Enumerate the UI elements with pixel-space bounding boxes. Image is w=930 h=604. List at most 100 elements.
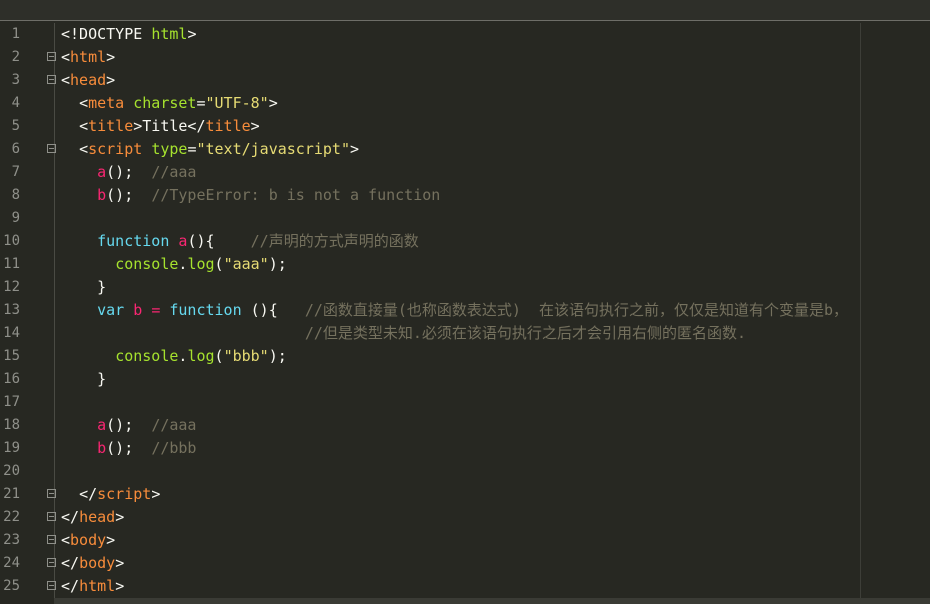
line-number: 3 bbox=[11, 72, 20, 88]
code-line[interactable]: 12 } bbox=[0, 276, 930, 299]
code-token: (); bbox=[106, 186, 134, 204]
editor-tab-bar bbox=[0, 0, 930, 21]
code-text: } bbox=[61, 276, 106, 299]
code-token: head bbox=[79, 508, 116, 526]
code-text: b(); //bbb bbox=[61, 437, 196, 460]
code-token: } bbox=[97, 278, 107, 296]
code-token: //声明的方式声明的函数 bbox=[250, 232, 419, 250]
horizontal-scrollbar[interactable] bbox=[54, 598, 930, 604]
line-number: 14 bbox=[3, 325, 20, 341]
code-token: (); bbox=[106, 439, 134, 457]
fold-toggle-icon[interactable] bbox=[47, 558, 56, 567]
code-token: meta bbox=[88, 94, 134, 112]
code-line[interactable]: 2 <html> bbox=[0, 46, 930, 69]
code-line[interactable]: 9 bbox=[0, 207, 930, 230]
code-text: </html> bbox=[61, 575, 124, 598]
code-line[interactable]: 13 var b = function (){ //函数直接量(也称函数表达式)… bbox=[0, 299, 930, 322]
code-token: > bbox=[250, 117, 260, 135]
code-token: b bbox=[97, 186, 107, 204]
line-number: 17 bbox=[3, 394, 20, 410]
code-line[interactable]: 23 <body> bbox=[0, 529, 930, 552]
code-token: } bbox=[97, 370, 107, 388]
code-line[interactable]: 7 a(); //aaa bbox=[0, 161, 930, 184]
code-line[interactable]: 16 } bbox=[0, 368, 930, 391]
line-number: 22 bbox=[3, 509, 20, 525]
code-text: <title>Title</title> bbox=[61, 115, 260, 138]
code-token: html bbox=[151, 25, 188, 43]
code-line[interactable]: 21 </script> bbox=[0, 483, 930, 506]
line-number: 1 bbox=[11, 26, 20, 42]
fold-toggle-icon[interactable] bbox=[47, 144, 56, 153]
code-line[interactable]: 1 <!DOCTYPE html> bbox=[0, 23, 930, 46]
code-text: console.log("bbb"); bbox=[61, 345, 287, 368]
line-number: 21 bbox=[3, 486, 20, 502]
code-token: b bbox=[97, 439, 107, 457]
code-token: var bbox=[97, 301, 134, 319]
code-line[interactable]: 4 <meta charset="UTF-8"> bbox=[0, 92, 930, 115]
code-token: title bbox=[205, 117, 251, 135]
line-number: 10 bbox=[3, 233, 20, 249]
code-line[interactable]: 17 bbox=[0, 391, 930, 414]
code-text: <script type="text/javascript"> bbox=[61, 138, 359, 161]
fold-toggle-icon[interactable] bbox=[47, 52, 56, 61]
code-token: ); bbox=[268, 255, 287, 273]
line-number: 23 bbox=[3, 532, 20, 548]
code-token: ( bbox=[214, 255, 224, 273]
code-line[interactable]: 19 b(); //bbb bbox=[0, 437, 930, 460]
code-line[interactable]: 22 </head> bbox=[0, 506, 930, 529]
code-token: type bbox=[151, 140, 188, 158]
code-line[interactable]: 10 function a(){ //声明的方式声明的函数 bbox=[0, 230, 930, 253]
code-line[interactable]: 24 </body> bbox=[0, 552, 930, 575]
code-line[interactable]: 6 <script type="text/javascript"> bbox=[0, 138, 930, 161]
code-token: //函数直接量(也称函数表达式) 在该语句执行之前，仅仅是知道有个变量是b， bbox=[304, 301, 849, 319]
code-token: script bbox=[88, 140, 152, 158]
code-line[interactable]: 20 bbox=[0, 460, 930, 483]
code-token: b bbox=[133, 301, 152, 319]
fold-toggle-icon[interactable] bbox=[47, 581, 56, 590]
code-token: >Title</ bbox=[133, 117, 206, 135]
line-number: 11 bbox=[3, 256, 20, 272]
code-token: title bbox=[88, 117, 134, 135]
code-editor[interactable]: 1 <!DOCTYPE html> 2 <html> 3 <head> 4 <meta ch… bbox=[0, 23, 930, 604]
code-line[interactable]: 5 <title>Title</title> bbox=[0, 115, 930, 138]
fold-toggle-icon[interactable] bbox=[47, 489, 56, 498]
code-line[interactable]: 25 </html> bbox=[0, 575, 930, 598]
code-line[interactable]: 14 //但是类型未知.必须在该语句执行之后才会引用右侧的匿名函数. bbox=[0, 322, 930, 345]
code-token: //aaa bbox=[151, 416, 197, 434]
line-number: 13 bbox=[3, 302, 20, 318]
line-number: 19 bbox=[3, 440, 20, 456]
line-number: 24 bbox=[3, 555, 20, 571]
code-line[interactable]: 11 console.log("aaa"); bbox=[0, 253, 930, 276]
code-token: //但是类型未知.必须在该语句执行之后才会引用右侧的匿名函数. bbox=[304, 324, 746, 342]
code-line[interactable]: 3 <head> bbox=[0, 69, 930, 92]
code-token: < bbox=[79, 117, 89, 135]
code-token: ); bbox=[268, 347, 287, 365]
code-token: < bbox=[79, 140, 89, 158]
code-token: > bbox=[350, 140, 360, 158]
code-line[interactable]: 18 a(); //aaa bbox=[0, 414, 930, 437]
code-line[interactable]: 8 b(); //TypeError: b is not a function bbox=[0, 184, 930, 207]
fold-toggle-icon[interactable] bbox=[47, 75, 56, 84]
code-token: log bbox=[187, 255, 215, 273]
code-token: > bbox=[151, 485, 161, 503]
fold-toggle-icon[interactable] bbox=[47, 535, 56, 544]
code-token: </ bbox=[61, 508, 80, 526]
fold-toggle-icon[interactable] bbox=[47, 512, 56, 521]
line-number: 16 bbox=[3, 371, 20, 387]
code-text: console.log("aaa"); bbox=[61, 253, 287, 276]
code-token: > bbox=[115, 577, 125, 595]
code-line[interactable]: 15 console.log("bbb"); bbox=[0, 345, 930, 368]
code-token: = bbox=[196, 94, 206, 112]
code-token: //aaa bbox=[151, 163, 197, 181]
code-token: "UTF-8" bbox=[205, 94, 269, 112]
